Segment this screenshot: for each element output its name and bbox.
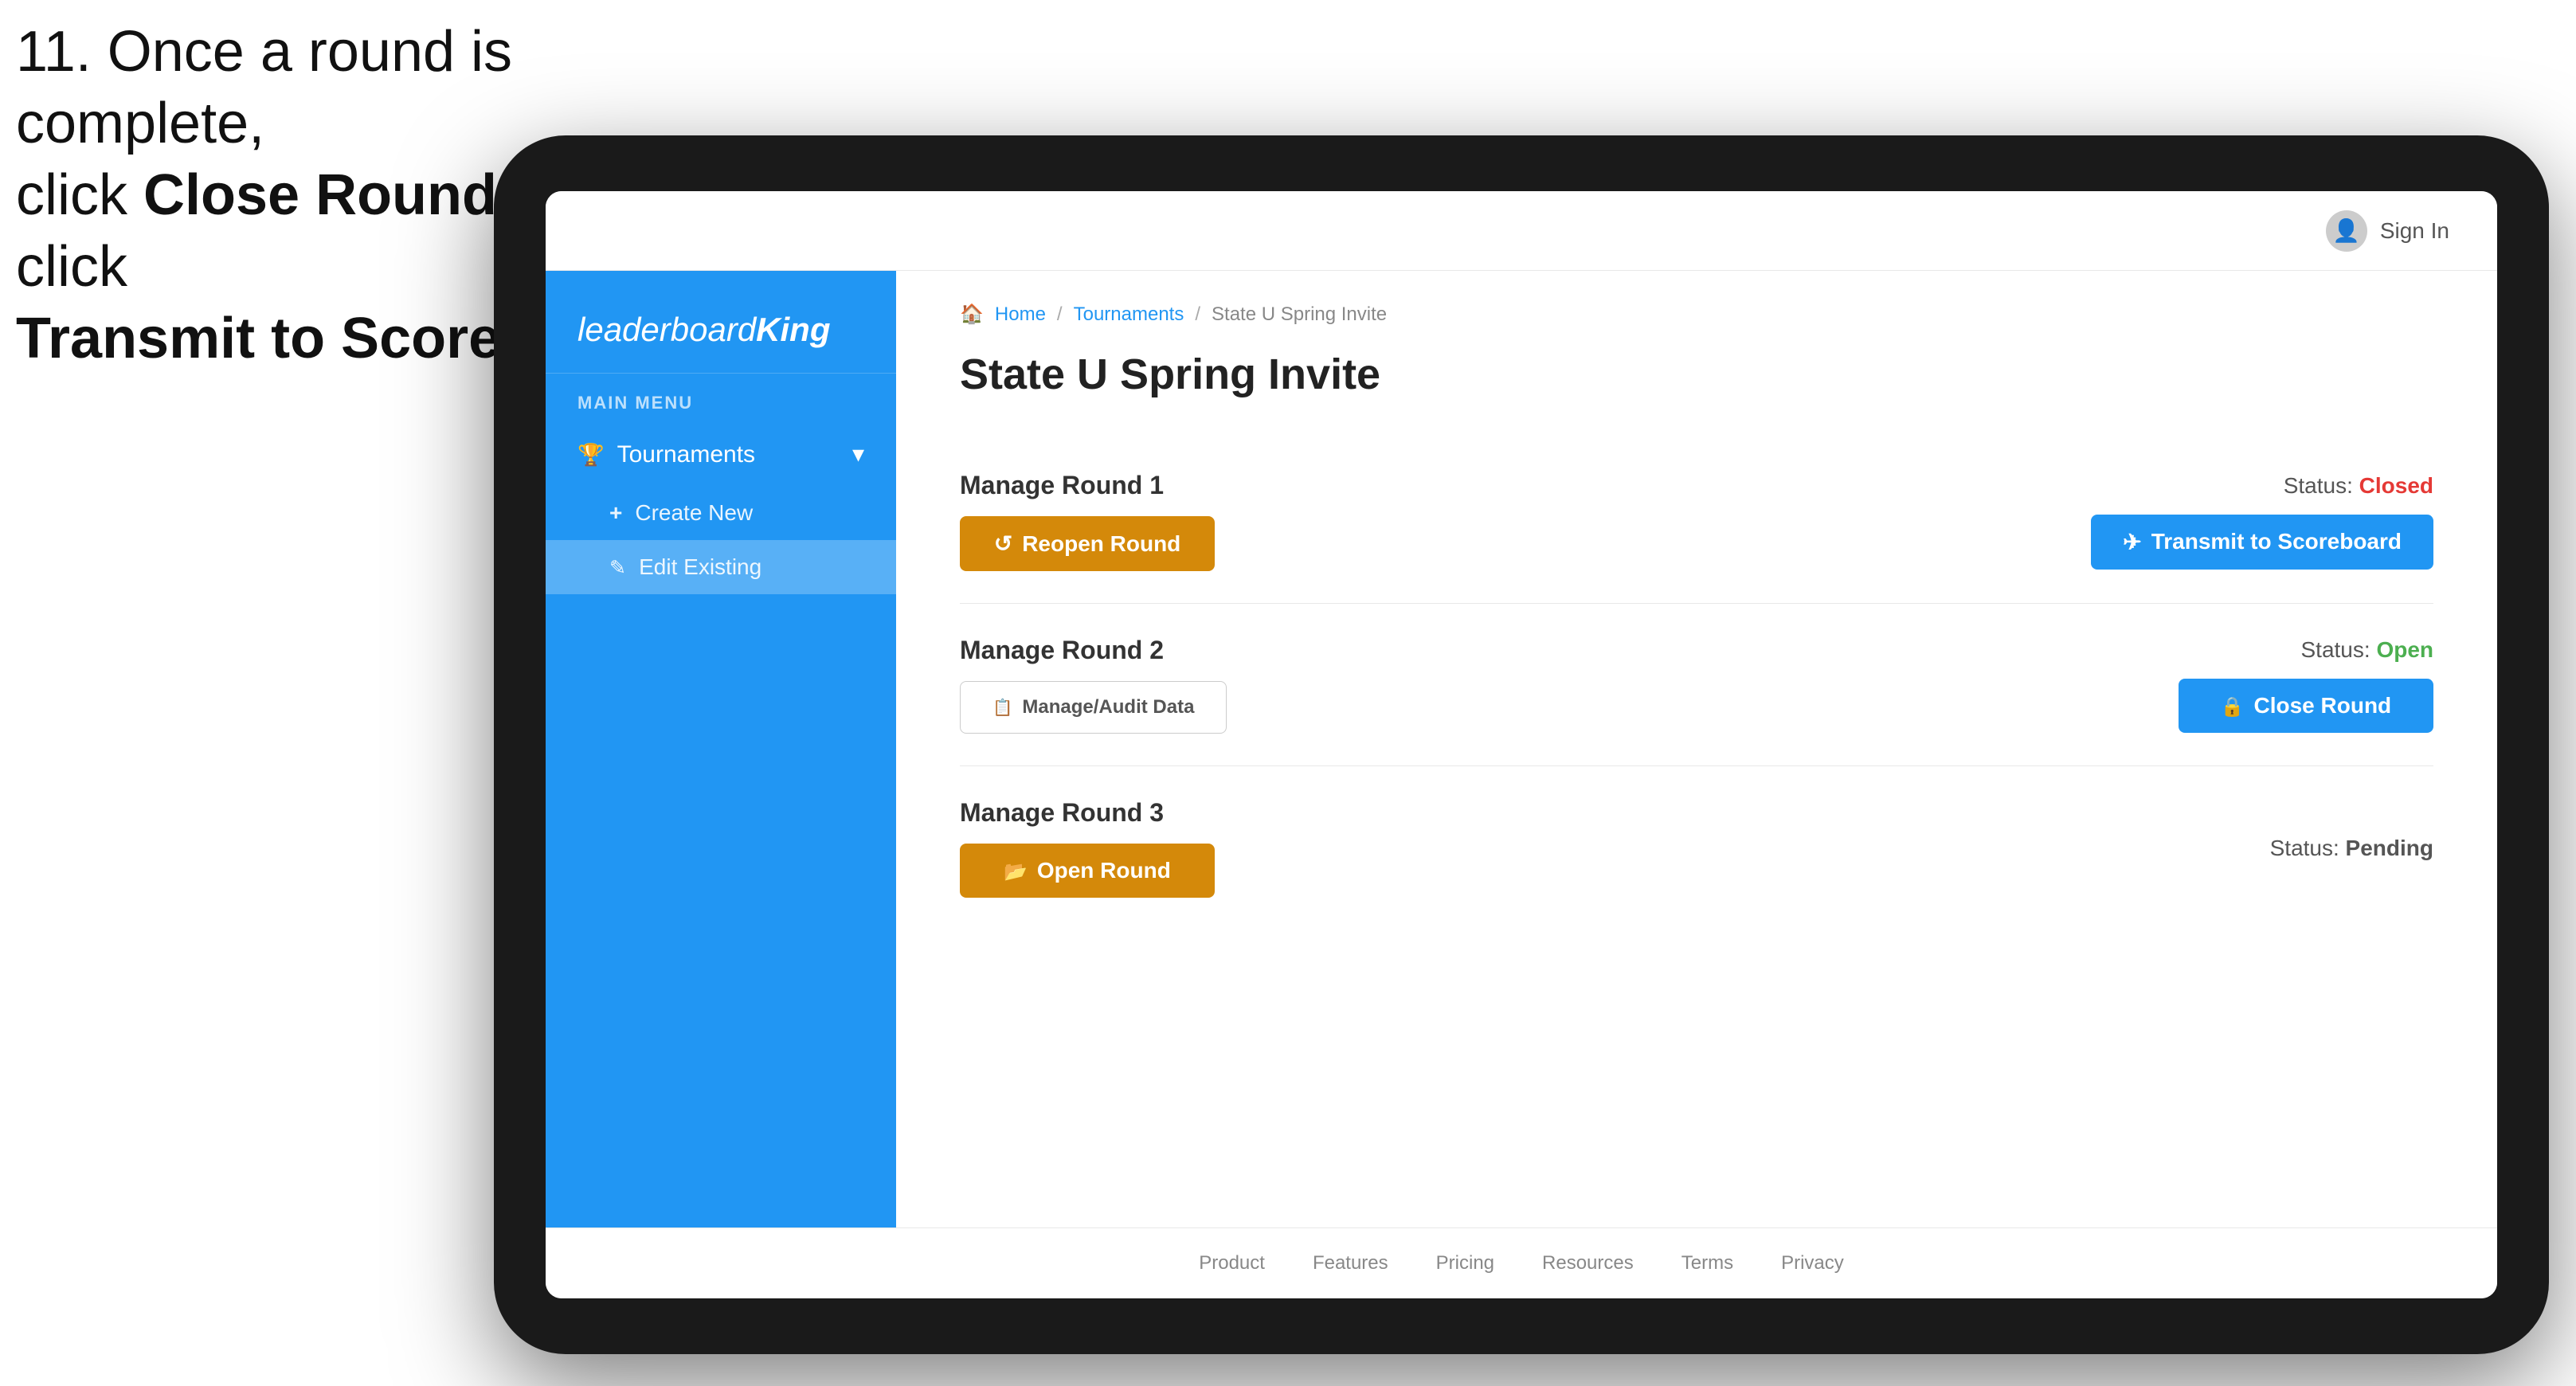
close-round-label: Close Round [2253, 693, 2391, 718]
tablet-screen: 👤 Sign In leaderboardKing MAIN MENU T [546, 191, 2497, 1298]
open-round-button[interactable]: Open Round [960, 844, 1215, 898]
footer-pricing[interactable]: Pricing [1436, 1252, 1494, 1274]
audit-icon [992, 696, 1012, 718]
logo-king-text: King [756, 311, 830, 348]
round-2-section: Manage Round 2 Manage/Audit Data Status:… [960, 604, 2433, 766]
close-icon [2221, 693, 2245, 718]
create-new-label: Create New [635, 500, 753, 526]
round-3-status-value: Pending [2346, 836, 2433, 860]
edit-icon [609, 554, 626, 580]
round-3-title: Manage Round 3 [960, 798, 1215, 828]
sidebar-item-create-new[interactable]: Create New [546, 486, 896, 540]
breadcrumb-tournaments-link[interactable]: Tournaments [1074, 303, 1184, 326]
user-avatar: 👤 [2326, 210, 2367, 252]
main-content: 🏠 Home / Tournaments / State U Spring In… [896, 271, 2497, 1227]
main-menu-label: MAIN MENU [546, 374, 896, 423]
manage-audit-label: Manage/Audit Data [1022, 696, 1194, 718]
round-1-left: Manage Round 1 Reopen Round [960, 471, 1215, 571]
trophy-icon [577, 441, 605, 468]
footer-features[interactable]: Features [1313, 1252, 1388, 1274]
round-1-status-value: Closed [2359, 473, 2433, 498]
sidebar: leaderboardKing MAIN MENU Tournaments Cr… [546, 271, 896, 1227]
tablet-device: 👤 Sign In leaderboardKing MAIN MENU T [494, 135, 2549, 1354]
close-round-button[interactable]: Close Round [2179, 679, 2433, 733]
app-body: leaderboardKing MAIN MENU Tournaments Cr… [546, 271, 2497, 1227]
footer-resources[interactable]: Resources [1542, 1252, 1634, 1274]
breadcrumb-home-link[interactable]: Home [995, 303, 1046, 326]
top-bar: 👤 Sign In [546, 191, 2497, 271]
footer: Product Features Pricing Resources Terms… [546, 1227, 2497, 1298]
round-3-right: Status: Pending [2270, 836, 2433, 861]
reopen-round-button[interactable]: Reopen Round [960, 516, 1215, 571]
breadcrumb-current: State U Spring Invite [1212, 303, 1387, 326]
footer-privacy[interactable]: Privacy [1781, 1252, 1844, 1274]
manage-audit-button[interactable]: Manage/Audit Data [960, 681, 1227, 734]
round-1-section: Manage Round 1 Reopen Round Status: Clos… [960, 439, 2433, 604]
open-round-label: Open Round [1037, 858, 1171, 883]
round-2-title: Manage Round 2 [960, 636, 1227, 665]
plus-icon [609, 500, 622, 526]
breadcrumb-sep2: / [1195, 303, 1200, 326]
page-title: State U Spring Invite [960, 350, 2433, 399]
round-2-status: Status: Open [2301, 637, 2434, 663]
round-1-status: Status: Closed [2284, 473, 2433, 499]
open-icon [1004, 858, 1028, 883]
user-icon: 👤 [2332, 217, 2360, 244]
transmit-to-scoreboard-button[interactable]: Transmit to Scoreboard [2091, 515, 2433, 570]
round-1-title: Manage Round 1 [960, 471, 1215, 500]
footer-product[interactable]: Product [1199, 1252, 1265, 1274]
round-2-status-value: Open [2376, 637, 2433, 662]
reopen-round-label: Reopen Round [1022, 531, 1180, 557]
reopen-icon [994, 531, 1012, 557]
logo-area: leaderboardKing [546, 287, 896, 374]
transmit-icon [2123, 529, 2141, 555]
chevron-down-icon [852, 440, 864, 468]
breadcrumb: 🏠 Home / Tournaments / State U Spring In… [960, 303, 2433, 326]
sidebar-item-edit-existing[interactable]: Edit Existing [546, 540, 896, 594]
round-3-status: Status: Pending [2270, 836, 2433, 861]
round-3-left: Manage Round 3 Open Round [960, 798, 1215, 898]
footer-terms[interactable]: Terms [1681, 1252, 1733, 1274]
instruction-close-round: Close Round [143, 163, 497, 227]
sidebar-item-tournaments[interactable]: Tournaments [546, 423, 896, 486]
round-3-section: Manage Round 3 Open Round Status: Pendin… [960, 766, 2433, 930]
transmit-label: Transmit to Scoreboard [2151, 529, 2402, 554]
sign-in-link[interactable]: Sign In [2380, 218, 2449, 244]
sidebar-tournaments-label: Tournaments [617, 441, 755, 468]
round-2-right: Status: Open Close Round [2179, 637, 2433, 733]
app-logo: leaderboardKing [577, 311, 864, 349]
breadcrumb-sep1: / [1057, 303, 1063, 326]
round-1-right: Status: Closed Transmit to Scoreboard [2091, 473, 2433, 570]
logo-leaderboard-text: leaderboard [577, 311, 756, 348]
round-2-left: Manage Round 2 Manage/Audit Data [960, 636, 1227, 734]
edit-existing-label: Edit Existing [639, 554, 761, 580]
breadcrumb-home-icon: 🏠 [960, 303, 984, 326]
sign-in-area: 👤 Sign In [2326, 210, 2449, 252]
